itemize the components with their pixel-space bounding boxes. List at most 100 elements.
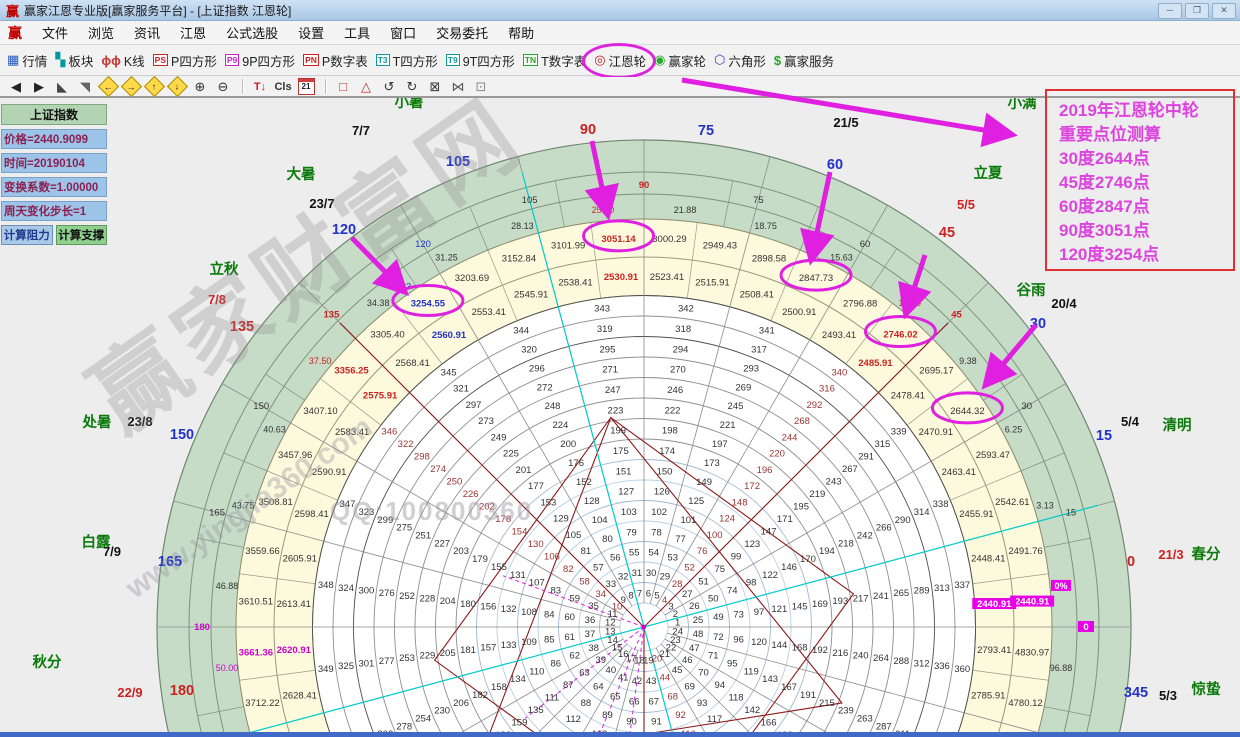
minimize-button[interactable]: ─	[1158, 3, 1182, 19]
menu-item-公式选股[interactable]: 公式选股	[216, 21, 288, 44]
menu-item-交易委托[interactable]: 交易委托	[426, 21, 498, 44]
spiral-number: 107	[529, 578, 545, 589]
spiral-number: 99	[731, 551, 742, 562]
menu-item-设置[interactable]: 设置	[288, 21, 334, 44]
spiral-number: 51	[698, 576, 709, 587]
zoom-out-icon[interactable]: ⊖	[213, 78, 233, 95]
spiral-number: 176	[568, 458, 584, 469]
spiral-number: 37	[585, 629, 596, 640]
spiral-number: 271	[602, 365, 618, 376]
cls-button[interactable]: Cls	[273, 78, 293, 95]
toolbar-item-T四方形[interactable]: T3T四方形	[373, 49, 441, 72]
spiral-number: 134	[510, 674, 526, 685]
spiral-number: 200	[560, 439, 576, 450]
zoom-in-icon[interactable]: ⊕	[190, 78, 210, 95]
spiral-number: 128	[584, 496, 600, 507]
menu-item-江恩[interactable]: 江恩	[170, 21, 216, 44]
shift-left-icon[interactable]: ←	[98, 78, 118, 95]
calc-resistance-button[interactable]: 计算阻力	[1, 225, 53, 245]
price-ring-value: 2575.91	[363, 391, 398, 402]
rotate-cw-icon[interactable]: ↻	[402, 78, 422, 95]
menu-item-文件[interactable]: 文件	[32, 21, 78, 44]
spiral-number: 40	[606, 665, 617, 676]
toolbar-item-9P四方形[interactable]: P99P四方形	[222, 49, 298, 72]
spiral-number: 216	[832, 648, 848, 659]
spiral-number: 101	[680, 515, 696, 526]
date-label: 22/9	[117, 685, 142, 700]
spiral-number: 224	[552, 420, 568, 431]
spiral-number: 93	[697, 698, 708, 709]
toolbar-item-六角形[interactable]: ⬡六角形	[711, 49, 769, 72]
toolbar-item-label: 9P四方形	[242, 51, 295, 70]
spiral-number: 265	[893, 588, 909, 599]
toolbar-item-板块[interactable]: ▚板块	[52, 49, 96, 72]
draw-triangle-icon[interactable]: △	[356, 78, 376, 95]
toolbar-item-K线[interactable]: ϕϕK线	[98, 49, 147, 72]
spiral-number: 24	[672, 626, 683, 637]
date-label: 20/4	[1051, 296, 1077, 311]
spiral-number: 48	[693, 629, 704, 640]
toolbar-item-行情[interactable]: ▦行情	[4, 49, 50, 72]
toolbar-item-赢家服务[interactable]: $赢家服务	[771, 49, 837, 72]
rotate-ccw-icon[interactable]: ↺	[379, 78, 399, 95]
spiral-number: 96	[733, 634, 744, 645]
spiral-number: 345	[441, 367, 457, 378]
percent-ring-label: 12.50	[899, 298, 922, 308]
spiral-number: 112	[566, 714, 581, 725]
toolbar-item-label: T数字表	[541, 51, 586, 70]
spiral-number: 203	[453, 546, 469, 557]
spiral-number: 130	[528, 539, 544, 550]
page-prev-icon[interactable]: ◀	[6, 78, 26, 95]
spiral-number: 312	[914, 659, 930, 670]
menu-item-工具[interactable]: 工具	[334, 21, 380, 44]
calendar-icon[interactable]: 21	[296, 78, 316, 95]
toolbar-item-赢家轮[interactable]: ◉赢家轮	[651, 49, 709, 72]
price-ring-value: 2470.91	[919, 427, 953, 438]
shift-up-icon[interactable]: ↑	[144, 78, 164, 95]
spiral-number: 293	[743, 363, 759, 374]
spiral-number: 31	[632, 568, 643, 579]
tri-up-icon[interactable]: ◣	[52, 78, 72, 95]
spiral-number: 276	[379, 588, 395, 599]
spiral-number: 278	[396, 721, 412, 732]
toolbar-item-P四方形[interactable]: PSP四方形	[150, 49, 220, 72]
blocks-icon: ▚	[55, 52, 65, 68]
toolbar-item-P数字表[interactable]: PNP数字表	[300, 49, 371, 72]
close-button[interactable]: ✕	[1212, 3, 1236, 19]
tri-down-icon[interactable]: ◥	[75, 78, 95, 95]
menu-item-帮助[interactable]: 帮助	[498, 21, 544, 44]
title-bar[interactable]: 赢 赢家江恩专业版[赢家服务平台] - [上证指数 江恩轮] ─❐✕	[0, 0, 1240, 21]
toolbar-item-江恩轮[interactable]: ◎江恩轮	[591, 49, 649, 72]
spiral-number: 119	[744, 666, 759, 677]
shift-down-icon[interactable]: ↓	[167, 78, 187, 95]
page-next-icon[interactable]: ▶	[29, 78, 49, 95]
maximize-button[interactable]: ❐	[1185, 3, 1209, 19]
spiral-number: 337	[954, 580, 970, 591]
spiral-number: 325	[338, 661, 354, 672]
toolbar-separator	[325, 79, 327, 94]
solar-term-label: 立夏	[974, 164, 1003, 182]
shift-right-icon[interactable]: →	[121, 78, 141, 95]
spiral-number: 120	[751, 637, 767, 648]
menu-item-资讯[interactable]: 资讯	[124, 21, 170, 44]
t-sort-icon[interactable]: T↓	[250, 78, 270, 95]
spiral-number: 194	[819, 546, 835, 557]
calc-support-button[interactable]: 计算支撑	[56, 225, 108, 245]
spiral-number: 133	[501, 640, 517, 651]
draw-square-icon[interactable]: □	[333, 78, 353, 95]
menu-item-浏览[interactable]: 浏览	[78, 21, 124, 44]
info-row-0: 价格=2440.9099	[1, 129, 107, 149]
spiral-number: 243	[826, 477, 842, 488]
toolbar-item-T数字表[interactable]: TNT数字表	[520, 49, 589, 72]
toolbar-item-label: 六角形	[728, 51, 766, 70]
spiral-number: 35	[588, 601, 599, 612]
outer-degree-label: 15	[1096, 428, 1112, 444]
spiral-number: 50	[708, 593, 719, 604]
spiral-number: 145	[792, 602, 808, 613]
percent-ring-label: 96.88	[1050, 663, 1073, 673]
solar-term-label: 清明	[1163, 416, 1192, 434]
spiral-number: 269	[735, 382, 751, 393]
menu-item-窗口[interactable]: 窗口	[380, 21, 426, 44]
toolbar-item-9T四方形[interactable]: T99T四方形	[443, 49, 518, 72]
spiral-number: 191	[800, 690, 816, 701]
